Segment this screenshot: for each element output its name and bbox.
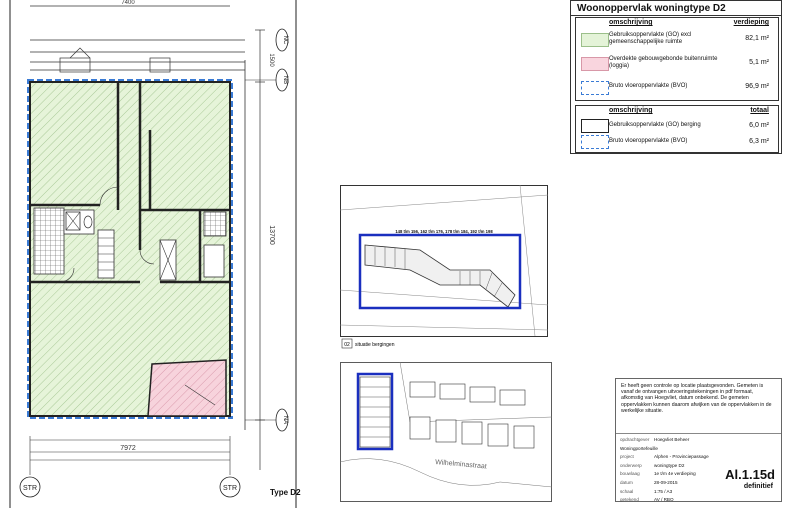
site-caption-code: 02 bbox=[344, 342, 350, 348]
swatch-bvo bbox=[581, 81, 609, 95]
legend-label-loggia: Overdekte gebouwgebonde buitenruimte (lo… bbox=[609, 56, 718, 69]
drawing-number: Al.1.15d bbox=[725, 467, 775, 482]
swatch-loggia bbox=[581, 57, 609, 71]
swatch-go bbox=[581, 33, 609, 47]
legend-label-berging: Gebruiksoppervlakte (GO) berging bbox=[609, 122, 701, 128]
legend-panel: Woonoppervlak woningtype D2 omschrijving… bbox=[570, 0, 782, 154]
str-label-left: STR bbox=[23, 485, 37, 492]
dim-width-label: 7972 bbox=[120, 445, 136, 452]
legend-header-verdieping: verdieping bbox=[733, 19, 769, 26]
legend-label-bvo-2: Bruto vloeroppervlakte (BVO) bbox=[609, 138, 688, 144]
legend-section-totaal: omschrijving totaal Gebruiksoppervlakte … bbox=[575, 105, 779, 153]
field-row: schaal 1:75 / A3 bbox=[620, 488, 673, 494]
field-row: onderwerp woningtype D2 bbox=[620, 462, 685, 468]
project-fields: opdrachtgever Hoegvliet Beheer Woningport… bbox=[620, 436, 720, 505]
str-label-right: STR bbox=[223, 485, 237, 492]
title-block: Er heeft geen controle op locatie plaats… bbox=[615, 378, 782, 502]
disclaimer-note: Er heeft geen controle op locatie plaats… bbox=[621, 383, 772, 414]
legend-section-verdieping: omschrijving verdieping Gebruiksoppervla… bbox=[575, 17, 779, 101]
field-row: datum 28-09-2015 bbox=[620, 479, 678, 485]
legend-value-go: 82,1 m² bbox=[745, 35, 769, 42]
legend-value-bvo: 96,9 m² bbox=[745, 83, 769, 90]
site-numbers: 148 t/m 156, 162 t/m 176, 178 t/m 184, 1… bbox=[395, 229, 493, 234]
drawing-status: definitief bbox=[743, 483, 773, 490]
legend-value-bvo-2: 6,3 m² bbox=[749, 138, 769, 145]
dim-side-label: 1500 bbox=[268, 53, 274, 67]
grid-label-nc: NC bbox=[282, 36, 288, 45]
legend-title: Woonoppervlak woningtype D2 bbox=[577, 3, 726, 14]
field-row: project Alphen - Provinciepassage bbox=[620, 454, 709, 460]
plan-type-label: Type D2 bbox=[270, 488, 301, 497]
swatch-bvo-2 bbox=[581, 135, 609, 149]
legend-header-omschrijving: omschrijving bbox=[609, 19, 653, 26]
field-row: opdrachtgever Hoegvliet Beheer Woningport… bbox=[620, 437, 690, 451]
grid-label-nb: NB bbox=[282, 76, 288, 84]
legend-header-totaal: totaal bbox=[750, 107, 769, 114]
legend-value-loggia: 5,1 m² bbox=[749, 59, 769, 66]
site-caption: situatie bergingen bbox=[355, 342, 395, 348]
legend-value-berging: 6,0 m² bbox=[749, 122, 769, 129]
legend-label-bvo: Bruto vloeroppervlakte (BVO) bbox=[609, 83, 688, 89]
legend-label-go: Gebruiksoppervlakte (GO) excl gemeenscha… bbox=[609, 32, 692, 45]
site-plan-block: Wilhelminastraat bbox=[340, 362, 552, 502]
dim-height-label: 13700 bbox=[268, 225, 275, 245]
grid-label-na: NA bbox=[282, 416, 288, 424]
field-row: getekend AV / RBO bbox=[620, 497, 674, 503]
field-row: bouwlaag 1e t/m 4e verdieping bbox=[620, 471, 696, 477]
legend-header-omschrijving-2: omschrijving bbox=[609, 107, 653, 114]
swatch-berging bbox=[581, 119, 609, 133]
dim-top-label: 7400 bbox=[121, 0, 135, 6]
site-plan-bergingen: 148 t/m 156, 162 t/m 176, 178 t/m 184, 1… bbox=[340, 185, 548, 349]
